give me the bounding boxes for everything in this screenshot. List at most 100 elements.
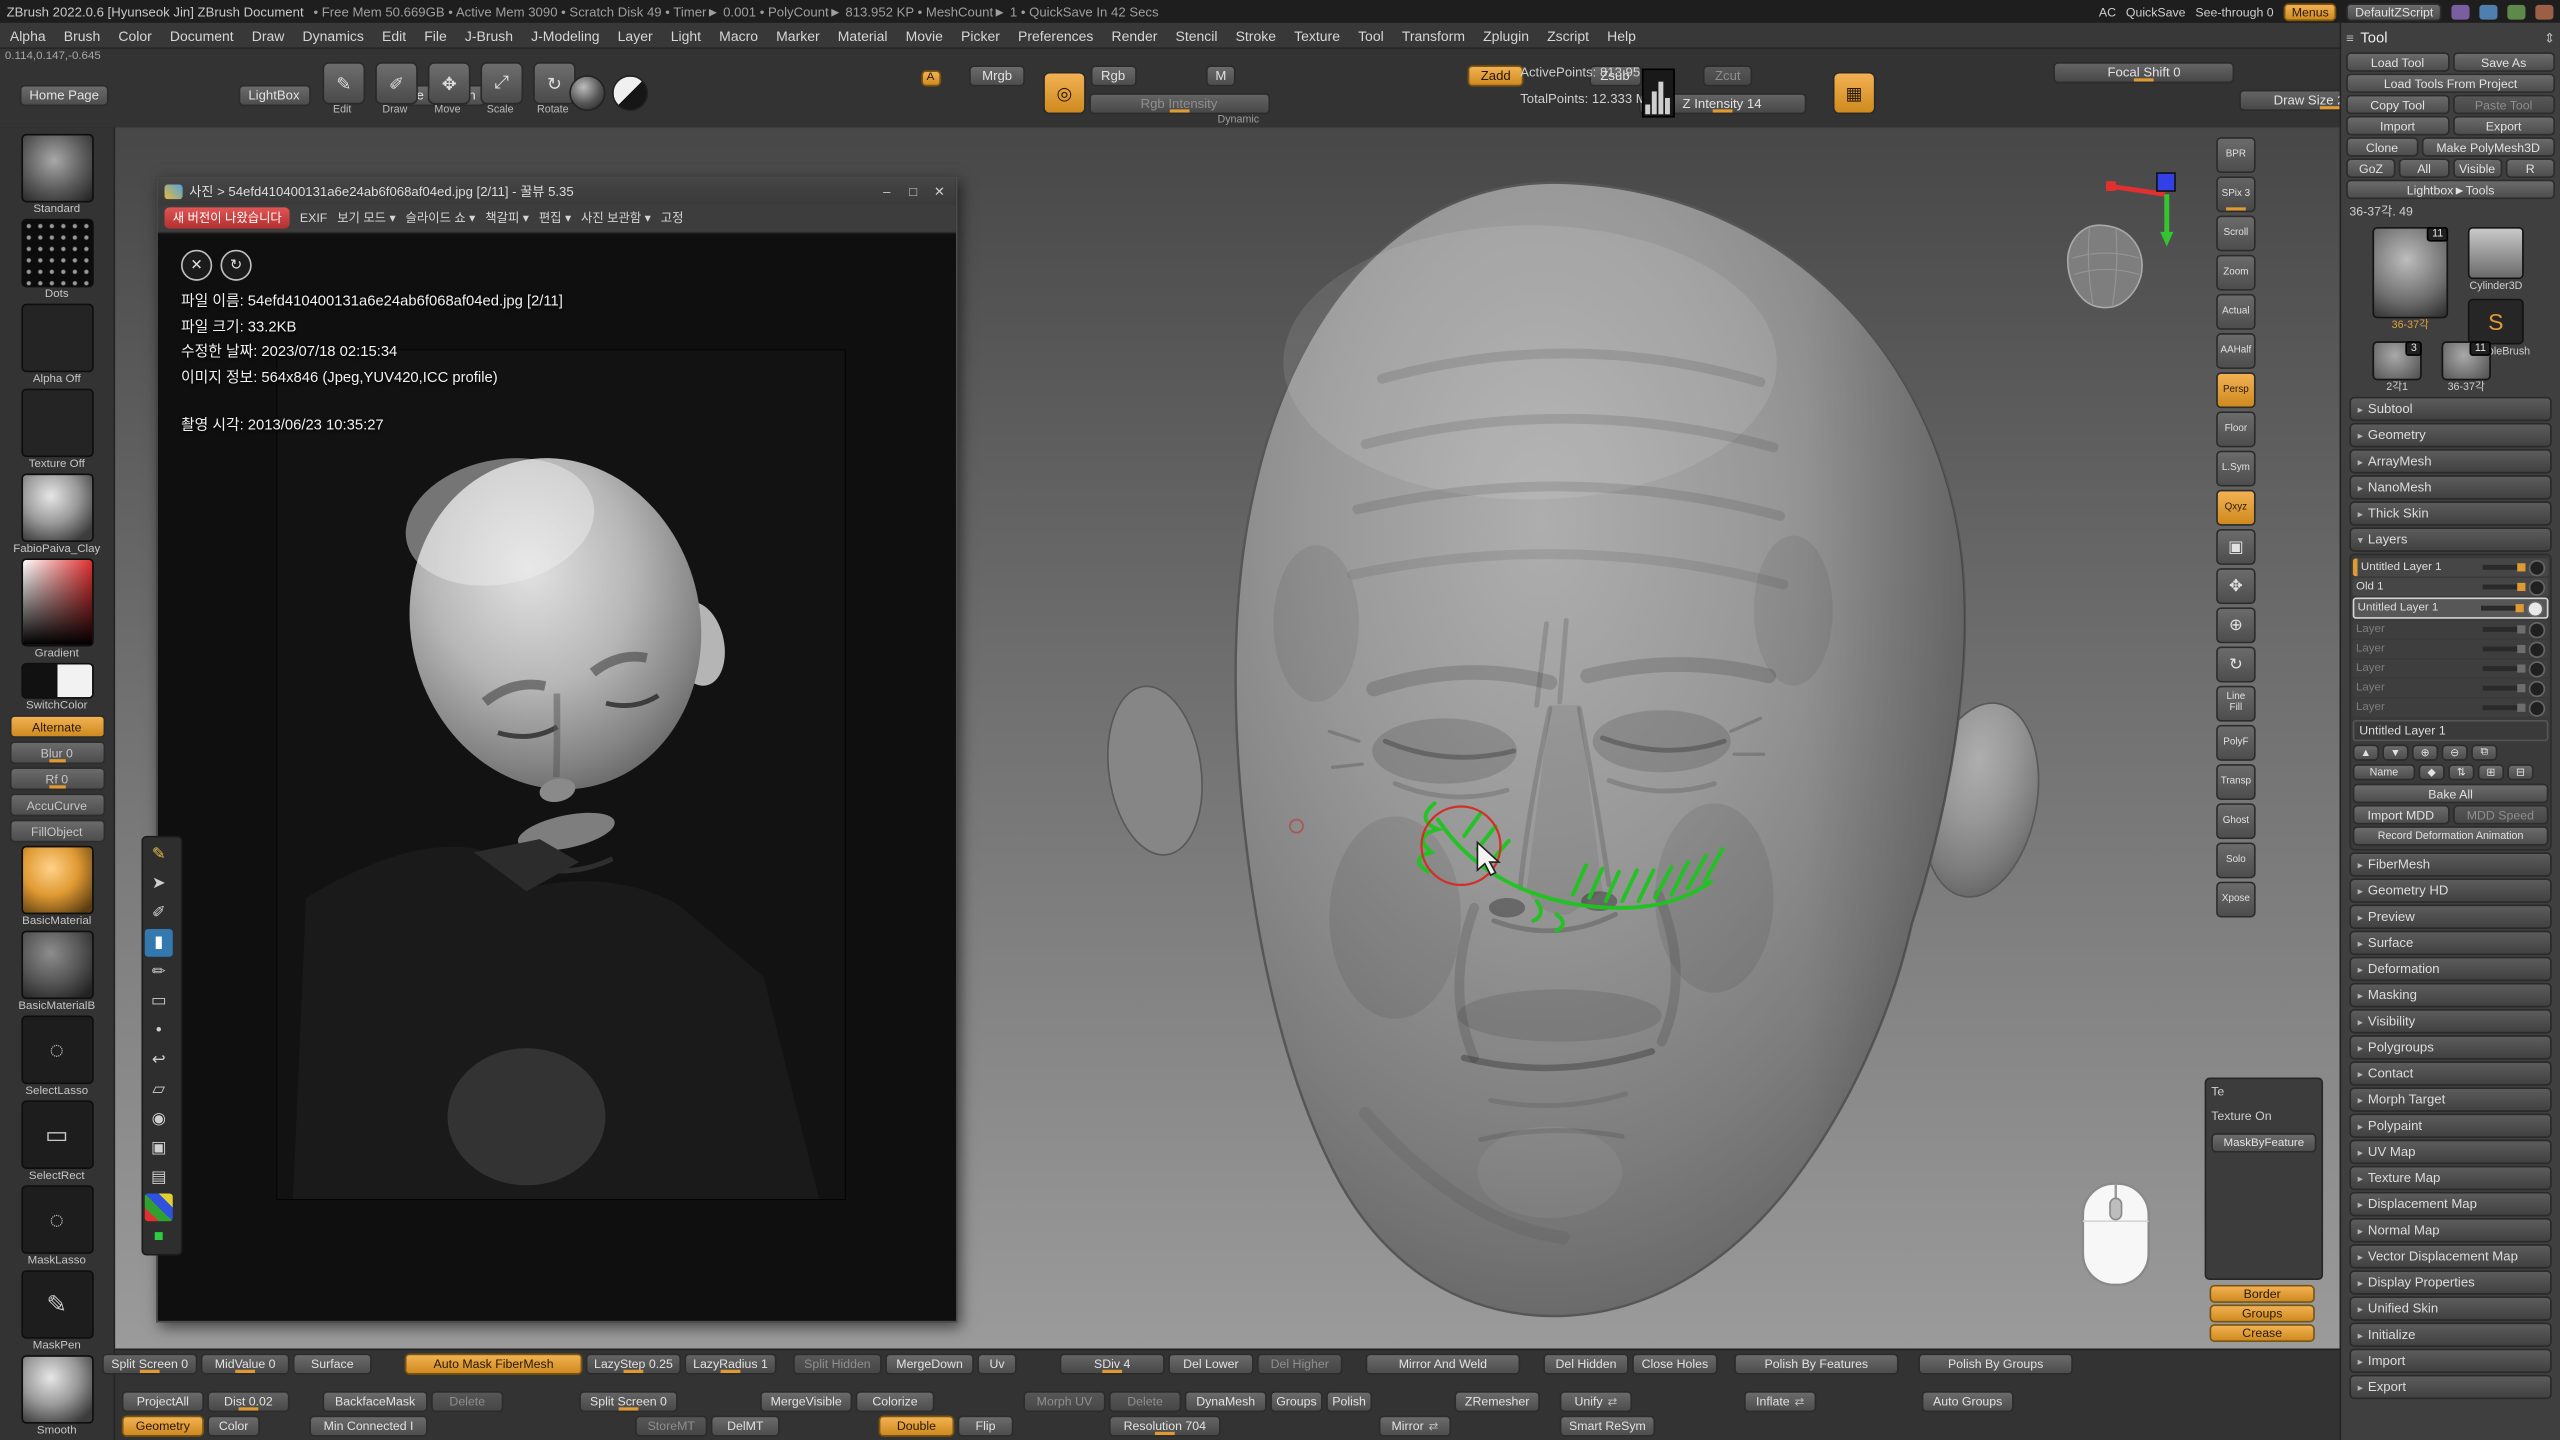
menu-item[interactable]: Brush (64, 27, 101, 43)
menu-item[interactable]: Light (671, 27, 701, 43)
layout-icon[interactable] (2479, 4, 2497, 19)
qxyz-button[interactable]: Qxyz (2216, 490, 2255, 526)
layer-duplicate-button[interactable]: ⧉ (2471, 744, 2497, 760)
tool-section-header[interactable]: ▸ Normal Map (2349, 1218, 2551, 1242)
tool-thumb-small-1[interactable]: 3 2각1 (2372, 341, 2421, 380)
minimize-button[interactable]: – (877, 182, 897, 200)
alpha-off[interactable]: Alpha Off (6, 304, 108, 386)
m-button[interactable]: M (1206, 65, 1236, 86)
Untitled Layer 1[interactable]: Untitled Layer 1 (2353, 558, 2549, 576)
palette-icon[interactable] (2451, 4, 2469, 19)
dot-icon[interactable]: • (145, 1017, 173, 1045)
Layer[interactable]: Layer (2353, 679, 2549, 697)
tool-section-header[interactable]: ▸ Visibility (2349, 1009, 2551, 1033)
layer-new-button[interactable]: ⊕ (2412, 744, 2438, 760)
delete-texture-button[interactable]: Delete (1109, 1391, 1181, 1412)
display-icon[interactable] (2507, 4, 2525, 19)
layer-intensity-slider[interactable] (2481, 606, 2524, 611)
del-higher-button[interactable]: Del Higher (1257, 1353, 1343, 1374)
mergevisible-button[interactable]: MergeVisible (760, 1391, 852, 1412)
layer-visibility-icon[interactable] (2529, 641, 2545, 657)
storemt-button[interactable]: StoreMT (635, 1416, 707, 1437)
smart-resym-button[interactable]: Smart ReSym (1560, 1416, 1655, 1437)
tool-section-header[interactable]: ▸ Preview (2349, 904, 2551, 928)
panel-scroll-icon[interactable]: ⇕ (2544, 30, 2555, 45)
colorize-button[interactable]: Colorize (856, 1391, 935, 1412)
unify-button[interactable]: Unify (1560, 1391, 1632, 1412)
move-3d-icon[interactable]: ✥ (2216, 568, 2255, 604)
layer-up-button[interactable]: ▲ (2353, 744, 2379, 760)
brush-maskpen[interactable]: ✎ MaskPen (6, 1270, 108, 1352)
material-preview-sphere[interactable] (569, 75, 605, 111)
layer-visibility-icon[interactable] (2527, 600, 2543, 616)
layers-section-header[interactable]: ▾ Layers (2349, 527, 2551, 551)
brush-smooth[interactable]: Smooth (6, 1355, 108, 1437)
color-picker-gradient[interactable]: Gradient (6, 558, 108, 659)
lightbox-tools-button[interactable]: Lightbox►Tools (2346, 180, 2555, 200)
see-through-slider[interactable]: See-through 0 (2195, 4, 2273, 19)
eraser-icon[interactable]: ▱ (145, 1076, 173, 1104)
tool-section-header[interactable]: ▸ FiberMesh (2349, 852, 2551, 876)
cylinder3d-thumb[interactable]: Cylinder3D (2468, 227, 2524, 279)
menu-item[interactable]: Document (170, 27, 234, 43)
Layer[interactable]: Layer (2353, 640, 2549, 658)
double-button[interactable]: Double (879, 1416, 955, 1437)
menu-item[interactable]: Movie (906, 27, 943, 43)
dynamesh-groups-button[interactable]: Groups (1270, 1391, 1323, 1412)
layer-intensity-slider[interactable] (2483, 666, 2526, 671)
sculpt-head[interactable] (971, 134, 2221, 1349)
inflate-button[interactable]: Inflate (1744, 1391, 1816, 1412)
tool-export-button[interactable]: Export (2452, 116, 2555, 136)
slideshow-menu[interactable]: 슬라이드 쇼 ▾ (406, 209, 476, 227)
default-zscript-button[interactable]: DefaultZScript (2347, 2, 2442, 20)
layer-intensity-slider[interactable] (2483, 627, 2526, 632)
bpr-button[interactable]: BPR (2216, 137, 2255, 173)
view-mode-menu[interactable]: 보기 모드 ▾ (337, 209, 395, 227)
layer-name-button[interactable]: Name (2353, 764, 2416, 780)
tool-section-header[interactable]: ▸ Contact (2349, 1061, 2551, 1085)
zadd-button[interactable]: Zadd (1468, 65, 1524, 86)
dynamic-label[interactable]: Dynamic (1217, 114, 1259, 125)
lazyradius-slider[interactable]: LazyRadius 1 (684, 1353, 776, 1374)
tool-section-header[interactable]: ▸ Masking (2349, 983, 2551, 1007)
layer-down-button[interactable]: ▼ (2382, 744, 2408, 760)
menu-item[interactable]: Stroke (1236, 27, 1276, 43)
floor-button[interactable]: Floor (2216, 411, 2255, 447)
tool-section-header[interactable]: ▸ NanoMesh (2349, 475, 2551, 499)
mouse-tool-icon[interactable]: ◉ (145, 1105, 173, 1133)
split-screen-slider[interactable]: Split Screen 0 (579, 1391, 678, 1412)
mask-by-feature-button[interactable]: MaskByFeature (2211, 1133, 2316, 1153)
xpose-button[interactable]: Xpose (2216, 882, 2255, 918)
tool-thumb-small-2[interactable]: 11 36-37각 (2442, 341, 2491, 380)
tool-section-header[interactable]: ▸ Import (2349, 1349, 2551, 1373)
menu-item[interactable]: Tool (1358, 27, 1384, 43)
brush-masklasso[interactable]: ◌ MaskLasso (6, 1185, 108, 1267)
mirror-and-weld-button[interactable]: Mirror And Weld (1366, 1353, 1521, 1374)
tool-section-header[interactable]: ▸ Vector Displacement Map (2349, 1244, 2551, 1268)
layer-visibility-icon[interactable] (2529, 660, 2545, 676)
tool-section-header[interactable]: ▸ Displacement Map (2349, 1192, 2551, 1216)
min-connected-slider[interactable]: Min Connected I (309, 1416, 427, 1437)
simplebrush-thumb[interactable]: S SimpleBrush (2468, 299, 2524, 345)
zcut-button[interactable]: Zcut (1703, 65, 1752, 86)
scroll-button[interactable]: Scroll (2216, 216, 2255, 252)
projectall-button[interactable]: ProjectAll (122, 1391, 204, 1412)
brush-selectlasso[interactable]: ◌ SelectLasso (6, 1016, 108, 1098)
Layer[interactable]: Layer (2353, 620, 2549, 638)
tool-section-header[interactable]: ▸ Thick Skin (2349, 501, 2551, 525)
rotate-3d-icon[interactable]: ↻ (2216, 647, 2255, 683)
auto-groups-button[interactable]: Auto Groups (1922, 1391, 2014, 1412)
menu-item[interactable]: Render (1112, 27, 1158, 43)
green-swatch-icon[interactable]: ■ (145, 1223, 173, 1251)
tool-section-header[interactable]: ▸ Subtool (2349, 397, 2551, 421)
delmt-button[interactable]: DelMT (711, 1416, 780, 1437)
exif-button[interactable]: EXIF (300, 211, 327, 226)
menu-item[interactable]: J-Brush (465, 27, 513, 43)
pencil-icon[interactable]: ✏ (145, 958, 173, 986)
cursor-icon[interactable]: ➤ (145, 870, 173, 898)
layer-intensity-slider[interactable] (2483, 565, 2526, 570)
layer-intensity-slider[interactable] (2483, 647, 2526, 652)
rf-slider[interactable]: Rf 0 (6, 767, 108, 790)
highlighter-icon[interactable]: ▮ (145, 929, 173, 957)
persp-button[interactable]: Persp (2216, 372, 2255, 408)
